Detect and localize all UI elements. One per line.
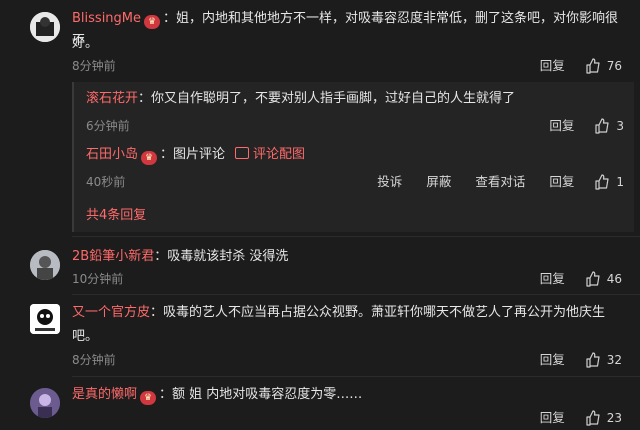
avatar[interactable]	[30, 12, 60, 42]
reply-item: 滚石花开：你又自作聪明了，不要对别人指手画脚，过好自己的人生就得了 6分钟前 回…	[86, 88, 624, 136]
comment-text: 是真的懒啊 ♛ ：额 姐 内地对吸毒容忍度为零……	[72, 387, 363, 405]
like-button[interactable]: 76	[585, 56, 622, 76]
thumbs-up-icon	[586, 410, 600, 426]
vip-badge-icon: ♛	[144, 15, 161, 29]
like-count: 32	[606, 353, 622, 367]
timestamp: 10分钟前	[72, 272, 124, 286]
reply-button[interactable]: 回复	[540, 408, 565, 428]
block-button[interactable]: 屏蔽	[426, 172, 451, 192]
like-button[interactable]: 23	[585, 408, 622, 428]
like-button[interactable]: 3	[594, 116, 624, 136]
like-count: 46	[606, 272, 622, 286]
like-count: 1	[616, 175, 624, 189]
reply-button[interactable]: 回复	[549, 172, 574, 192]
divider	[72, 294, 640, 295]
like-button[interactable]: 1	[594, 172, 624, 192]
like-count: 76	[606, 59, 622, 73]
like-count: 3	[616, 119, 624, 133]
image-comment-link[interactable]: 评论配图	[235, 147, 305, 162]
timestamp: 8分钟前	[72, 353, 116, 367]
avatar[interactable]	[30, 304, 60, 334]
avatar[interactable]	[30, 250, 60, 280]
avatar[interactable]	[30, 388, 60, 418]
thumbs-up-icon	[586, 58, 600, 74]
username[interactable]: 是真的懒啊	[72, 387, 137, 402]
thumbs-up-icon	[595, 174, 609, 190]
timestamp: 6分钟前	[86, 119, 130, 133]
username[interactable]: 2B鉛筆小新君	[72, 249, 154, 264]
comment-text-cont: 好。	[72, 36, 99, 51]
view-conversation-button[interactable]: 查看对话	[475, 172, 525, 192]
reply-button[interactable]: 回复	[540, 350, 565, 370]
timestamp: 8分钟前	[72, 59, 116, 73]
comment-text: 2B鉛筆小新君：吸毒就该封杀 没得洗	[72, 249, 289, 264]
thumbs-up-icon	[586, 271, 600, 287]
comment-text: 又一个官方皮：吸毒的艺人不应当再占据公众视野。萧亚轩你哪天不做艺人了再公开为他庆…	[72, 305, 606, 320]
username[interactable]: 石田小岛	[86, 147, 138, 162]
thumbs-up-icon	[586, 352, 600, 368]
like-count: 23	[606, 411, 622, 425]
vip-badge-icon: ♛	[140, 391, 157, 405]
divider	[72, 376, 640, 377]
like-button[interactable]: 46	[585, 269, 622, 289]
more-replies-link[interactable]: 共4条回复	[86, 208, 146, 223]
like-button[interactable]: 32	[585, 350, 622, 370]
report-button[interactable]: 投诉	[377, 172, 402, 192]
reply-thread: 滚石花开：你又自作聪明了，不要对别人指手画脚，过好自己的人生就得了 6分钟前 回…	[72, 82, 634, 232]
thumbs-up-icon	[595, 118, 609, 134]
username[interactable]: BlissingMe	[72, 11, 141, 26]
reply-button[interactable]: 回复	[549, 116, 574, 136]
reply-button[interactable]: 回复	[540, 269, 565, 289]
image-icon	[235, 147, 250, 159]
reply-button[interactable]: 回复	[540, 56, 565, 76]
username[interactable]: 滚石花开	[86, 91, 138, 106]
timestamp: 40秒前	[86, 175, 126, 189]
comment-text-cont: 吧。	[72, 329, 99, 344]
vip-badge-icon: ♛	[141, 151, 158, 165]
divider	[72, 236, 640, 237]
username[interactable]: 又一个官方皮	[72, 305, 150, 320]
reply-item: 石田小岛 ♛ ：图片评论 评论配图 40秒前 投诉 屏蔽 查看对话 回复 1	[86, 144, 624, 192]
